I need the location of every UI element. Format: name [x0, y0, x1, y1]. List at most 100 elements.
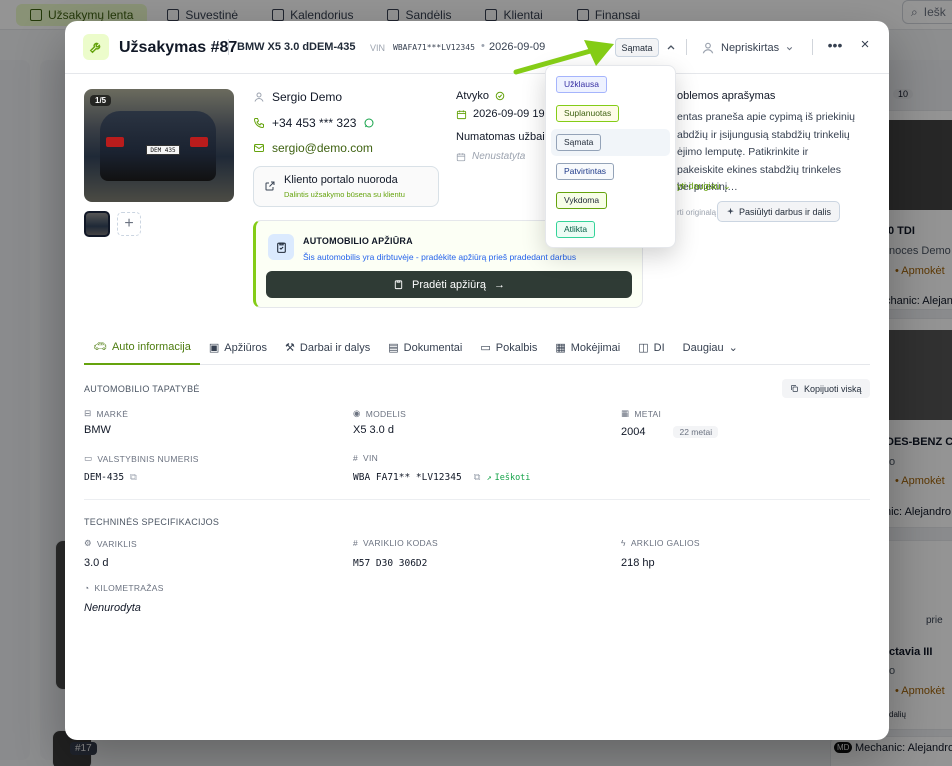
tab-auto-info[interactable]: 🚗︎ Auto informacija	[84, 331, 200, 365]
horsepower-label: ϟ ARKLIO GALIOS	[621, 538, 700, 548]
plate-text: DEM-435	[84, 472, 125, 483]
external-link-icon: ↗	[486, 472, 492, 483]
specs-section-title: TECHNINĖS SPECIFIKACIJOS	[84, 517, 220, 527]
assignee-label: Nepriskirtas	[721, 42, 780, 54]
customer-phone[interactable]: +34 453 *** 323	[253, 116, 375, 130]
plate-value: DEM-435 ⧉	[84, 472, 137, 483]
order-modal: Užsakymas #87 BMW X5 3.0 d DEM-435 VIN W…	[65, 21, 889, 740]
email-text: sergio@demo.com	[272, 141, 373, 155]
engine-label-text: VARIKLIS	[96, 538, 137, 549]
status-option-planned[interactable]: Suplanuotas	[551, 100, 670, 127]
customer-email[interactable]: sergio@demo.com	[253, 141, 373, 155]
customer-name-text: Sergio Demo	[272, 90, 343, 104]
modal-header: Užsakymas #87 BMW X5 3.0 d DEM-435 VIN W…	[65, 21, 889, 74]
tab-inspections[interactable]: ▣ Apžiūros	[200, 331, 276, 365]
client-portal-link[interactable]: Kliento portalo nuoroda Dalintis užsakym…	[253, 166, 439, 207]
calendar-icon	[456, 109, 467, 119]
close-button[interactable]: ×	[857, 36, 873, 56]
tab-label: Auto informacija	[111, 340, 191, 353]
status-option-in-progress[interactable]: Vykdoma	[551, 187, 670, 214]
card-icon: ▦	[555, 342, 566, 354]
suggest-works-button[interactable]: Pasiūlyti darbus ir dalis	[717, 201, 841, 222]
tab-documents[interactable]: ▤ Dokumentai	[379, 331, 471, 365]
plate-label: ▭ VALSTYBINIS NUMERIS	[84, 453, 199, 464]
copy-icon[interactable]: ⧉	[130, 472, 137, 483]
vin-lookup-link[interactable]: ↗ Ieškoti	[486, 473, 530, 483]
engine-value: 3.0 d	[84, 557, 109, 569]
status-button[interactable]: Sąmata	[615, 38, 659, 57]
assignee-select[interactable]: Nepriskirtas	[701, 37, 794, 59]
photo-thumbnail[interactable]	[84, 211, 110, 237]
status-option-approved[interactable]: Patvirtintas	[551, 158, 670, 185]
customer-name: Sergio Demo	[253, 90, 342, 104]
copy-icon[interactable]: ⧉	[474, 472, 481, 483]
add-photo-button[interactable]: +	[117, 212, 141, 236]
show-more-link[interactable]: yti daugiau ⌄	[677, 181, 731, 192]
arrival-datetime: 2026-09-09 19:	[473, 108, 548, 120]
external-link-icon	[265, 181, 275, 191]
robot-icon: ◫	[638, 342, 649, 354]
chevron-down-icon: ⌄	[728, 342, 738, 354]
engine-code-value: M57 D30 306D2	[353, 558, 428, 569]
start-inspection-button[interactable]: Pradėti apžiūrą →	[266, 271, 632, 298]
engine-code-label-text: VARIKLIO KODAS	[363, 538, 438, 548]
make-label-text: MARKĖ	[96, 408, 129, 419]
model-value: X5 3.0 d	[353, 424, 394, 436]
age-badge: 22 metai	[673, 426, 719, 438]
show-original-link[interactable]: rti originalą	[677, 208, 716, 217]
year-value: 2004 22 metai	[621, 426, 719, 438]
chevron-up-icon[interactable]	[665, 41, 677, 53]
tab-works-parts[interactable]: ⚒ Darbai ir dalys	[276, 331, 379, 365]
identity-section-title: AUTOMOBILIO TAPATYBĖ	[84, 384, 200, 394]
clipboard-icon: ▣	[208, 342, 220, 354]
annotation-arrow-icon	[513, 40, 614, 75]
vin-value: WBAFA71***LV12345	[393, 43, 475, 52]
calendar-icon: ▦	[621, 408, 630, 418]
arrival-value: 2026-09-09 19:	[456, 108, 548, 120]
chat-icon: ▭	[480, 342, 491, 354]
engine-label: ⚙ VARIKLIS	[84, 538, 137, 549]
tab-label: Darbai ir dalys	[299, 341, 371, 354]
vin-field-value: WBA FA71** *LV12345 ⧉ ↗ Ieškoti	[353, 472, 530, 483]
mileage-value[interactable]: Nenurodyta	[84, 602, 141, 614]
section-divider	[84, 499, 870, 500]
horsepower-label-text: ARKLIO GALIOS	[630, 538, 700, 548]
whatsapp-icon[interactable]	[363, 117, 375, 129]
status-badge: Suplanuotas	[556, 105, 620, 122]
status-badge: Patvirtintas	[556, 163, 615, 180]
status-option-estimate[interactable]: Sąmata	[551, 129, 670, 156]
copy-all-button[interactable]: Kopijuoti viską	[782, 379, 870, 398]
photo-plate: DEM 435	[146, 145, 180, 155]
start-inspection-label: Pradėti apžiūrą	[412, 278, 486, 291]
model-label-text: MODELIS	[365, 408, 407, 419]
chevron-down-icon: ⌄	[723, 181, 731, 191]
status-dropdown: Užklausa Suplanuotas Sąmata Patvirtintas…	[545, 65, 676, 248]
model-label: ◉ MODELIS	[353, 408, 406, 419]
planned-finish-value[interactable]: Nenustatyta	[456, 151, 525, 162]
make-label: ⊟ MARKĖ	[84, 408, 128, 419]
arrow-right-icon: →	[494, 278, 505, 291]
show-more-text: yti daugiau	[677, 181, 721, 191]
status-badge: Vykdoma	[556, 192, 608, 209]
more-options-button[interactable]: •••	[827, 37, 843, 57]
photo-counter: 1/5	[90, 95, 112, 106]
status-option-done[interactable]: Atlikta	[551, 216, 670, 243]
tab-label: Dokumentai	[403, 341, 463, 354]
horsepower-value: 218 hp	[621, 557, 655, 569]
tab-chat[interactable]: ▭ Pokalbis	[471, 331, 546, 365]
tab-payments[interactable]: ▦ Mokėjimai	[546, 331, 629, 365]
car-photo[interactable]: DEM 435 1/5	[84, 89, 234, 202]
divider	[812, 39, 813, 55]
lookup-label: Ieškoti	[494, 472, 531, 483]
document-icon: ▤	[388, 342, 399, 354]
status-badge: Atlikta	[556, 221, 596, 238]
planned-finish-text: Nenustatyta	[472, 151, 526, 162]
mileage-label-text: KILOMETRAŽAS	[94, 583, 164, 593]
clipboard-icon	[268, 234, 294, 260]
sparkle-icon	[727, 207, 734, 215]
tab-ai[interactable]: ◫ DI	[629, 331, 673, 365]
tab-label: Mokėjimai	[570, 341, 621, 354]
portal-subtitle: Dalintis užsakymo būsena su klientu	[284, 190, 405, 199]
tab-label: Apžiūros	[224, 341, 268, 354]
tab-more[interactable]: Daugiau ⌄	[674, 331, 747, 365]
